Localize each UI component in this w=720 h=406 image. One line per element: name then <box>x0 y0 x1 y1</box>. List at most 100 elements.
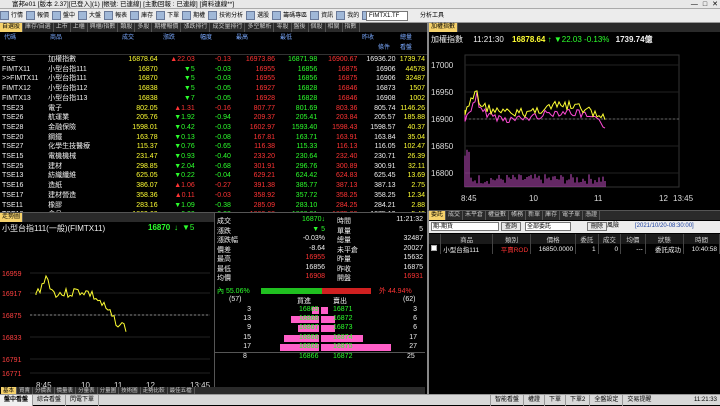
status-item-4[interactable]: 全盤設定 <box>589 395 622 406</box>
ask-price[interactable]: 16874 <box>333 334 352 341</box>
order-checkbox[interactable] <box>429 244 442 254</box>
order-price: 16850.0000 <box>530 244 577 254</box>
orders-tab-6[interactable]: 庫存 <box>543 211 561 220</box>
quote-low: 385.77 <box>295 182 318 190</box>
query-button[interactable]: 查詢 <box>501 222 522 231</box>
book-buy-header: 買進 <box>297 298 311 305</box>
quote-last: 300.89 <box>335 162 358 170</box>
quote-tab-9[interactable]: 成交量排行 <box>210 23 246 32</box>
menu-item-8[interactable]: 技術分析 <box>208 9 243 22</box>
orders-tab-4[interactable]: 帳務 <box>509 211 527 220</box>
menu-item-3[interactable]: 大盤 <box>78 9 101 22</box>
status-item-0[interactable]: 智能看盤 <box>490 395 523 406</box>
quote-tab-2[interactable]: 上市 <box>54 23 71 32</box>
status-item-5[interactable]: 交易提醒 <box>622 395 655 406</box>
status-item-1[interactable]: 權證 <box>523 395 544 406</box>
bid-price[interactable]: 16868 <box>299 315 318 322</box>
quote-row[interactable]: TSE27 化學生技醫療 115.37 ▼0.76 -0.65 116.38 115.33 1… <box>0 142 427 152</box>
orders-tab-1[interactable]: 成交 <box>446 211 464 220</box>
menu-item-10[interactable]: 籌碼專區 <box>272 9 307 22</box>
order-row[interactable]: 小型台指111 平賣ROD 16850.0000 1 0 --- 委託成功 10:40:58 <box>429 244 720 254</box>
quote-row[interactable]: TSE26 航運業 205.76 ▼1.92 -0.94 209.37 205.41 203.… <box>0 113 427 123</box>
quote-row[interactable]: TSE25 建材 298.85 ▼2.04 -0.68 301.91 296.76 300.8… <box>0 162 427 172</box>
bid-price[interactable]: 16869 <box>299 306 318 313</box>
menu-item-9[interactable]: 選股 <box>246 9 269 22</box>
orders-tab-5[interactable]: 新單 <box>526 211 544 220</box>
alarm-label[interactable]: 風險 <box>607 221 619 232</box>
minimize-button[interactable]: — <box>691 0 698 9</box>
quote-row[interactable]: TSE16 造紙 386.07 ▲1.06 -0.27 391.38 385.77 387.1… <box>0 181 427 191</box>
maximize-button[interactable]: □ <box>703 0 707 9</box>
quote-row[interactable]: TSE13 紡織纖維 625.05 ▼0.22 -0.04 629.21 624.42 624… <box>0 171 427 181</box>
quote-tab-12[interactable]: 盤後 <box>292 23 309 32</box>
mini-tab[interactable]: 走勢圖 <box>0 213 24 222</box>
quote-tab-5[interactable]: 類股 <box>118 23 136 32</box>
quote-row[interactable]: FIMTX13 小型台指113 16838 ▼7 -0.05 16928 16828 1684… <box>0 94 427 104</box>
bid-price[interactable]: 16867 <box>299 324 318 331</box>
orders-tab-7[interactable]: 電子單 <box>560 211 584 220</box>
ask-price[interactable]: 16875 <box>333 343 352 350</box>
mini-price: 16870 <box>148 223 171 232</box>
quote-last: 16900.67 <box>328 56 358 63</box>
quote-low: 283.10 <box>295 201 318 209</box>
detail-label: 漲跌幅 <box>217 237 238 244</box>
quote-tab-4[interactable]: 興櫃/指數 <box>88 23 119 32</box>
quote-row[interactable]: TSE11 橡膠 283.16 ▼1.09 -0.38 285.09 283.10 284.2… <box>0 201 427 211</box>
symbol-input[interactable]: FIMTX1.TF <box>366 11 408 21</box>
menu-item-4[interactable]: 報表 <box>104 9 127 22</box>
quote-tab-8[interactable]: 漲跌排行 <box>181 23 211 32</box>
quote-tab-3[interactable]: 上櫃 <box>71 23 88 32</box>
analysis-tools-menu[interactable]: 分析工具 <box>420 9 444 22</box>
orders-tab-2[interactable]: 未平倉 <box>463 211 487 220</box>
orders-tab-8[interactable]: 憑證 <box>583 211 601 220</box>
bid-price[interactable]: 16866 <box>299 334 318 341</box>
quote-tab-7[interactable]: 期權報價 <box>152 23 182 32</box>
bid-price[interactable]: 16865 <box>299 343 318 350</box>
quote-prev: 230.71 <box>374 153 396 161</box>
quote-tab-0[interactable]: 自選股 <box>0 23 24 32</box>
account-select[interactable]: 期-期貨 <box>431 222 499 231</box>
status-tab-0[interactable]: 盤中看盤 <box>0 395 34 406</box>
header-tab-right-1[interactable]: 條件 <box>378 43 390 53</box>
quote-tab-6[interactable]: 多股 <box>135 23 153 32</box>
status-tab-2[interactable]: 閃電下單 <box>66 395 100 406</box>
menu-item-11[interactable]: 資訊 <box>310 9 333 22</box>
quote-tab-10[interactable]: 多空解析 <box>245 23 275 32</box>
menu-item-2[interactable]: 盤中 <box>52 9 75 22</box>
menu-item-12[interactable]: 我的 <box>336 9 359 22</box>
order-type-select[interactable]: 全部委託 <box>525 222 571 231</box>
menu-item-0[interactable]: 行情 <box>0 9 23 22</box>
status-item-2[interactable]: 下單 <box>544 395 565 406</box>
delete-button[interactable]: 刪除 <box>587 222 608 231</box>
quote-row[interactable]: TSE23 電子 802.05 ▲1.31 -0.16 807.77 801.69 803.3… <box>0 104 427 114</box>
menu-item-7[interactable]: 期權 <box>182 9 205 22</box>
orders-tab-0[interactable]: 委託 <box>429 211 447 220</box>
quote-row[interactable]: TSE20 鋼鐵 163.78 ▼0.13 -0.08 167.81 163.71 163.9… <box>0 133 427 143</box>
quote-row[interactable]: FIMTX11 小型台指111 16870 ▼5 -0.03 16955 16856 1687… <box>0 65 427 75</box>
ask-price[interactable]: 16872 <box>333 315 352 322</box>
close-button[interactable]: ✕ <box>712 0 718 9</box>
menu-item-5[interactable]: 庫存 <box>130 9 153 22</box>
status-item-3[interactable]: 下單2 <box>565 395 589 406</box>
quote-row[interactable]: TSE17 建材營造 358.36 ▲0.11 -0.03 358.92 357.72 358… <box>0 191 427 201</box>
quote-row[interactable]: TSE 加權指數 16878.64 ▲22.03 -0.13 16973.86 16871.… <box>0 55 427 65</box>
status-tab-1[interactable]: 綜合看盤 <box>33 395 67 406</box>
header-tab-right-2[interactable]: 看盤 <box>400 43 412 53</box>
quote-tab-1[interactable]: 庫存/自選 <box>23 23 54 32</box>
quote-row[interactable]: FIMTX12 小型台指112 16838 ▼5 -0.05 16927 16828 1684… <box>0 84 427 94</box>
quote-tab-15[interactable]: 指數 <box>343 23 360 32</box>
menu-item-6[interactable]: 下單 <box>156 9 179 22</box>
orders-tab-3[interactable]: 權益數 <box>486 211 510 220</box>
quote-row[interactable]: TSE15 電機機械 231.47 ▼0.93 -0.40 233.20 230.64 232… <box>0 152 427 162</box>
index-tab[interactable]: 加權指數 <box>429 23 459 32</box>
quote-row[interactable]: TSE28 金融保險 1598.01 ▼0.42 -0.03 1602.97 1593.40… <box>0 123 427 133</box>
quote-tab-13[interactable]: 個股 <box>309 23 326 32</box>
index-pct: -0.13% <box>584 35 610 44</box>
ask-price[interactable]: 16871 <box>333 306 352 313</box>
menu-item-1[interactable]: 報價 <box>26 9 49 22</box>
quote-tab-11[interactable]: 零股 <box>274 23 292 32</box>
quote-row[interactable]: >>FIMTX11 小型台指111 16870 ▼5 -0.03 16955 16856 16… <box>0 74 427 84</box>
quote-tab-14[interactable]: 相關 <box>326 23 343 32</box>
detail-value: -0.03% <box>302 235 325 242</box>
ask-price[interactable]: 16873 <box>333 324 352 331</box>
